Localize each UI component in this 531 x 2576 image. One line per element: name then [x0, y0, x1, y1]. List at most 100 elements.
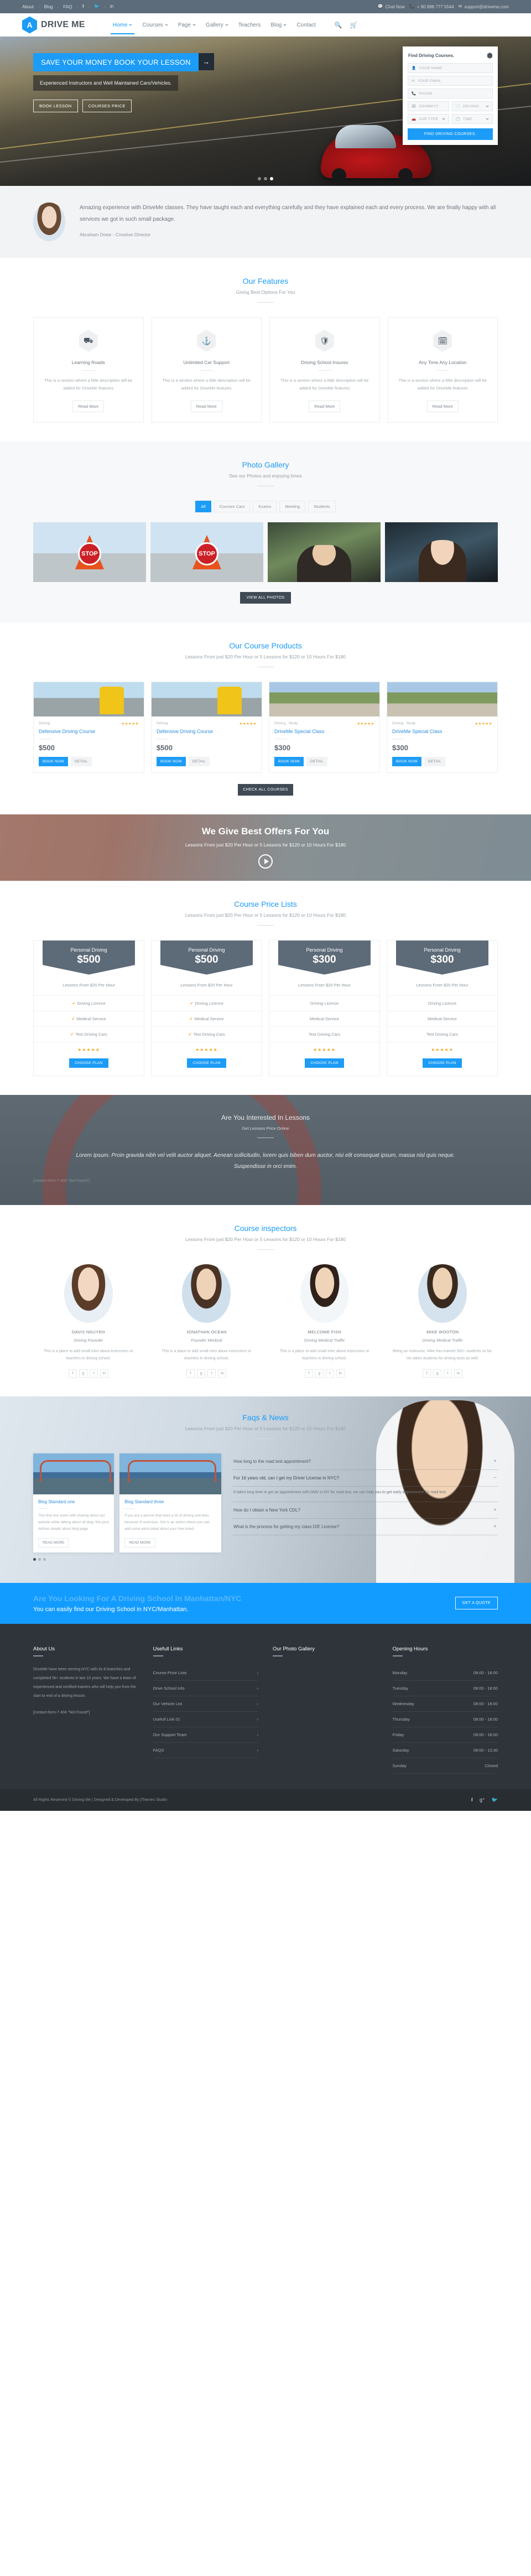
google-plus-icon[interactable]: g	[79, 1369, 87, 1378]
book-now-button[interactable]: BOOK NOW	[39, 756, 68, 766]
price-card[interactable]: Personal Driving $500 Lessons From $20 P…	[151, 939, 262, 1076]
play-video-button[interactable]	[258, 854, 273, 869]
gallery-filter-all[interactable]: All	[195, 500, 211, 512]
footer-link[interactable]: Course Price Lists ›	[153, 1665, 258, 1681]
hero-arrow-icon[interactable]: →	[198, 53, 214, 70]
choose-plan-button[interactable]: CHOOSE PLAN	[305, 1058, 344, 1068]
book-now-button[interactable]: BOOK NOW	[157, 756, 186, 766]
choose-plan-button[interactable]: CHOOSE PLAN	[423, 1058, 462, 1068]
price-card[interactable]: Personal Driving $300 Lessons From $20 P…	[387, 939, 498, 1076]
book-lesson-button[interactable]: BOOK LESSON	[33, 100, 78, 112]
time-select[interactable]: 🕐 TIME	[451, 114, 493, 124]
carousel-dot[interactable]	[43, 1557, 46, 1561]
google-plus-icon[interactable]: g⁺	[480, 1797, 485, 1803]
blog-carousel-dots[interactable]	[33, 1557, 498, 1561]
detail-button[interactable]: DETAIL	[188, 756, 210, 766]
view-all-photos-button[interactable]: VIEW ALL PHOTOS	[240, 591, 291, 604]
footer-link[interactable]: Drive School Info ›	[153, 1681, 258, 1696]
slider-dot[interactable]	[258, 177, 261, 180]
facebook-icon[interactable]: f	[304, 1369, 313, 1378]
nav-item-page[interactable]: Page	[178, 16, 196, 34]
topbar-link-faq[interactable]: FAQ	[63, 4, 72, 9]
inspector-card[interactable]: MELCOME FISH Driving Medical Traffic Thi…	[269, 1264, 380, 1378]
feature-card[interactable]: 🗓 Any Time Any Location This is a sectio…	[387, 317, 498, 423]
detail-button[interactable]: DETAIL	[306, 756, 327, 766]
phone-field[interactable]: 📞 PHONE	[408, 89, 493, 98]
get-a-quote-button[interactable]: GET A QUOTE	[455, 1597, 498, 1610]
email-link[interactable]: ✉ support@driveme.com	[459, 4, 509, 9]
check-all-courses-button[interactable]: CHECK ALL COURSES	[238, 783, 293, 796]
name-field[interactable]: 👤 YOUR NAME	[408, 63, 493, 73]
feature-card[interactable]: ⛟ Learning Roads This is a section where…	[33, 317, 144, 423]
gallery-item[interactable]	[385, 522, 498, 582]
slider-dot[interactable]	[264, 177, 267, 180]
faq-question[interactable]: How long to the road test appointment? +	[232, 1453, 498, 1470]
topbar-link-blog[interactable]: Blog	[44, 4, 53, 9]
blog-title[interactable]: Blog Standard one	[38, 1499, 109, 1504]
google-plus-icon[interactable]: g	[433, 1369, 442, 1378]
lesson-type-select[interactable]: 📄 DRIVING	[451, 101, 493, 111]
hero-slider-dots[interactable]	[258, 177, 273, 180]
price-card[interactable]: Personal Driving $300 Lessons From $20 P…	[269, 939, 380, 1076]
read-more-button[interactable]: READ MORE	[124, 1538, 155, 1547]
faq-question[interactable]: How do I obtain a New York CDL? +	[232, 1502, 498, 1519]
gallery-filter-exams[interactable]: Exams	[253, 500, 277, 512]
product-name[interactable]: DriveMe Special Class	[274, 729, 374, 734]
blog-title[interactable]: Blog Standard three	[124, 1499, 216, 1504]
google-plus-icon[interactable]: g	[197, 1369, 206, 1378]
product-card[interactable]: Driving , Study ★★★★★ DriveMe Special Cl…	[269, 681, 380, 773]
car-type-select[interactable]: 🚗 CAR TYPE	[408, 114, 449, 124]
chat-now-link[interactable]: 💬 Chat Now	[378, 4, 405, 9]
choose-plan-button[interactable]: CHOOSE PLAN	[187, 1058, 226, 1068]
price-card[interactable]: Personal Driving $500 Lessons From $20 P…	[33, 939, 144, 1076]
blog-card[interactable]: Blog Standard one This first one starts …	[33, 1453, 114, 1552]
linkedin-icon[interactable]: in	[336, 1369, 345, 1378]
date-field[interactable]: 🗓 DD/MM/YY	[408, 101, 449, 111]
nav-item-contact[interactable]: Contact	[296, 16, 315, 34]
nav-item-blog[interactable]: Blog	[270, 16, 287, 34]
inspector-card[interactable]: DAVIS NGUYEN Driving Founder This is a p…	[33, 1264, 144, 1378]
product-name[interactable]: Defensive Driving Course	[157, 729, 257, 734]
gallery-filter-students[interactable]: Students	[308, 500, 336, 512]
footer-link[interactable]: Our Vehicle List ›	[153, 1696, 258, 1712]
facebook-icon[interactable]: f	[186, 1369, 195, 1378]
inspector-card[interactable]: JONATHAN OCEAN Founder Medical This is a…	[152, 1264, 262, 1378]
read-more-button[interactable]: Read More	[309, 400, 341, 412]
slider-dot-active[interactable]	[270, 177, 273, 180]
footer-link[interactable]: Our Support Team ›	[153, 1727, 258, 1743]
product-card[interactable]: Driving ★★★★★ Defensive Driving Course $…	[33, 681, 144, 773]
phone-link[interactable]: 📞 + 90 888 777 5544	[409, 4, 454, 9]
footer-link[interactable]: Usefull Link 01 ›	[153, 1712, 258, 1727]
carousel-dot-active[interactable]	[33, 1557, 36, 1561]
gallery-item[interactable]: STOP	[33, 522, 146, 582]
product-card[interactable]: Driving ★★★★★ Defensive Driving Course $…	[151, 681, 262, 773]
blog-card[interactable]: Blog Standard three If you are a person …	[119, 1453, 221, 1552]
carousel-dot[interactable]	[38, 1557, 41, 1561]
nav-item-courses[interactable]: Courses	[142, 16, 168, 34]
twitter-icon[interactable]: 🐦	[94, 4, 100, 9]
feature-card[interactable]: 🛡 Driving School Insures This is a secti…	[269, 317, 380, 423]
nav-item-home[interactable]: Home	[110, 16, 135, 34]
facebook-icon[interactable]: 𝐟	[82, 4, 84, 9]
find-courses-submit-button[interactable]: FIND DRIVING COURSES.	[408, 128, 493, 140]
gallery-item[interactable]: STOP	[150, 522, 263, 582]
twitter-icon[interactable]: 🐦	[492, 1797, 498, 1803]
footer-link[interactable]: FAQS ›	[153, 1743, 258, 1758]
read-more-button[interactable]: Read More	[72, 400, 105, 412]
linkedin-icon[interactable]: in	[218, 1369, 227, 1378]
nav-item-teachers[interactable]: Teachers	[238, 16, 261, 34]
twitter-icon[interactable]: t	[325, 1369, 334, 1378]
product-card[interactable]: Driving , Study ★★★★★ DriveMe Special Cl…	[387, 681, 498, 773]
linkedin-icon[interactable]: in	[110, 4, 113, 9]
twitter-icon[interactable]: t	[207, 1369, 216, 1378]
gallery-filter-meeting[interactable]: Meeting	[279, 500, 306, 512]
topbar-link-about[interactable]: About	[22, 4, 34, 9]
nav-item-gallery[interactable]: Gallery	[206, 16, 228, 34]
faq-question[interactable]: What is the process for getting my class…	[232, 1519, 498, 1536]
book-now-button[interactable]: BOOK NOW	[392, 756, 421, 766]
read-more-button[interactable]: READ MORE	[38, 1538, 69, 1547]
site-logo[interactable]: A DRIVE ME	[22, 16, 85, 34]
search-icon[interactable]: 🔍	[335, 22, 342, 29]
read-more-button[interactable]: Read More	[190, 400, 222, 412]
detail-button[interactable]: DETAIL	[70, 756, 92, 766]
